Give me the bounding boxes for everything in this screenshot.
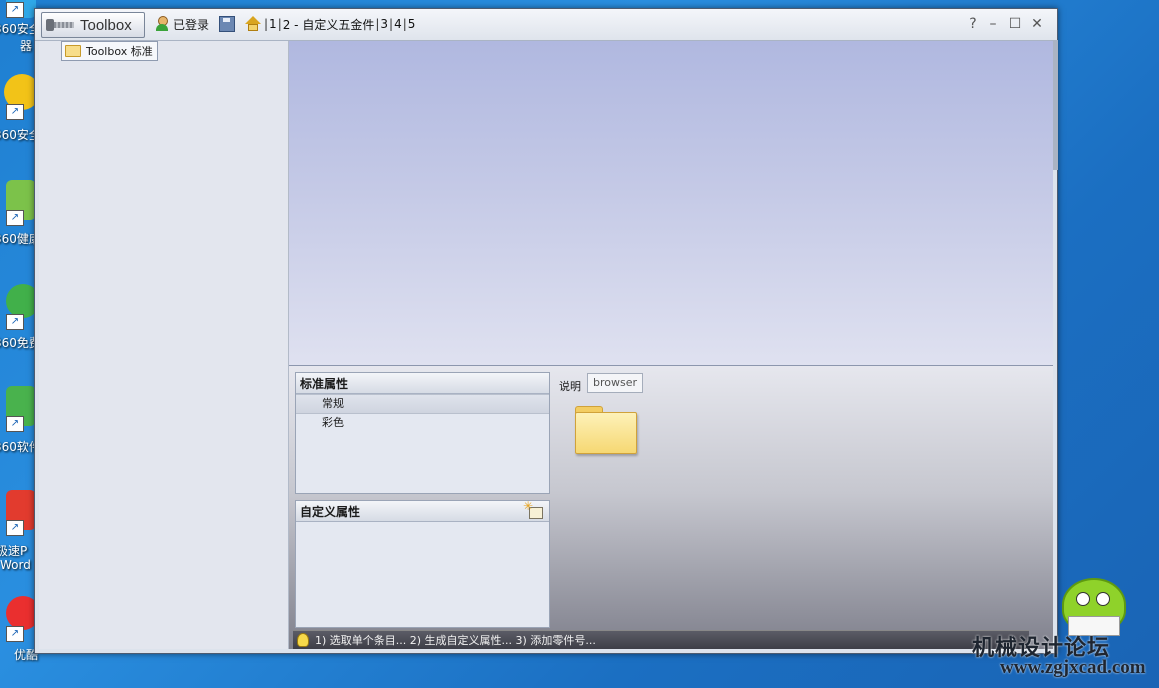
desktop-icon-label: 器	[20, 39, 33, 53]
user-icon	[155, 16, 169, 32]
shortcut-arrow-icon: ↗	[6, 104, 24, 120]
shortcut-arrow-icon: ↗	[6, 210, 24, 226]
shortcut-arrow-icon: ↗	[6, 520, 24, 536]
content-area: 标准属性 常规 彩色 自定义属性 说明 browser 1) 选取单个条目...…	[289, 41, 1053, 649]
bolt-icon	[46, 19, 74, 31]
breadcrumb-step-1[interactable]: 1	[269, 17, 277, 31]
login-label: 已登录	[173, 17, 210, 32]
desktop-icon-360-wifi[interactable]: ↗ 360免费	[0, 284, 41, 356]
toolbox-tree: Toolbox 标准	[39, 41, 289, 649]
custom-properties-panel: 自定义属性	[295, 499, 550, 628]
mascot-eye-shape	[1076, 592, 1090, 606]
property-row-general[interactable]: 常规	[296, 394, 549, 414]
shortcut-arrow-icon: ↗	[6, 626, 24, 642]
login-status[interactable]: 已登录	[155, 15, 209, 33]
close-button[interactable]: ✕	[1029, 16, 1045, 32]
desktop-icon-360-software[interactable]: ↗ 360软件	[0, 386, 41, 458]
panel-title: 自定义属性	[300, 504, 361, 519]
window-edge-scrollbar[interactable]	[1053, 40, 1058, 170]
desktop-icon-youku[interactable]: ↗ 优酷	[0, 596, 40, 666]
desktop-icon-360-health[interactable]: ↗ 360健康	[0, 180, 41, 252]
shortcut-arrow-icon: ↗	[6, 314, 24, 330]
folder-icon[interactable]	[575, 406, 637, 454]
minimize-button[interactable]: –	[985, 16, 1001, 32]
panel-header: 自定义属性	[296, 499, 549, 522]
tree-item-label: Toolbox 标准	[86, 45, 153, 58]
toolbox-button[interactable]: Toolbox	[41, 12, 145, 38]
breadcrumb-step-5[interactable]: 5	[408, 17, 416, 31]
desktop-icon-pdf-word[interactable]: ↗ 极速P Word	[0, 490, 36, 580]
desktop-icon-label: 极速P	[0, 544, 28, 558]
standard-properties-panel: 标准属性 常规 彩色	[295, 372, 550, 494]
breadcrumb: | 1 | 2 - 自定义五金件 | 3 | 4 | 5	[264, 16, 416, 33]
shortcut-arrow-icon: ↗	[6, 416, 24, 432]
desktop-icon-label: Word	[0, 558, 31, 572]
properties-area: 标准属性 常规 彩色 自定义属性 说明 browser 1) 选取单个条目...…	[289, 366, 1053, 649]
browser-button[interactable]: browser	[587, 373, 644, 393]
maximize-button[interactable]: ☐	[1007, 16, 1023, 32]
breadcrumb-step-3[interactable]: 3	[380, 17, 388, 31]
toolbox-window: Toolbox 已登录 | 1 | 2 - 自定义五金件 | 3 | 4 | 5 ? – …	[34, 8, 1058, 654]
description-label: 说明	[559, 380, 581, 393]
desktop-icon-360-security[interactable]: ↗ 360安全 器	[0, 0, 41, 56]
folder-icon	[65, 45, 81, 57]
property-row-color[interactable]: 彩色	[296, 414, 549, 432]
status-bar: 1) 选取单个条目... 2) 生成自定义属性... 3) 添加零件号...	[293, 630, 1029, 649]
folder-body-shape	[575, 412, 637, 454]
shortcut-arrow-icon: ↗	[6, 2, 24, 18]
title-bar: Toolbox 已登录 | 1 | 2 - 自定义五金件 | 3 | 4 | 5 ? – …	[35, 9, 1057, 41]
save-button[interactable]	[219, 15, 235, 33]
lightbulb-icon	[297, 633, 309, 647]
new-property-icon[interactable]	[523, 499, 543, 519]
help-button[interactable]: ?	[965, 16, 981, 32]
home-icon	[245, 16, 261, 32]
breadcrumb-step-2[interactable]: 2 - 自定义五金件	[283, 16, 375, 33]
watermark-url: www.zgjxcad.com	[1000, 657, 1146, 678]
app-title: Toolbox	[80, 16, 132, 34]
preview-pane	[289, 41, 1053, 366]
tree-item-toolbox-standard[interactable]: Toolbox 标准	[61, 41, 158, 61]
home-button[interactable]	[245, 15, 261, 33]
desktop-icon-360-safe[interactable]: ↗ 360安全	[0, 74, 41, 146]
mascot-logo	[1062, 570, 1126, 636]
mascot-eye-shape	[1096, 592, 1110, 606]
status-text: 1) 选取单个条目... 2) 生成自定义属性... 3) 添加零件号...	[315, 634, 596, 647]
save-icon	[219, 16, 235, 32]
breadcrumb-step-4[interactable]: 4	[394, 17, 402, 31]
panel-title: 标准属性	[296, 373, 549, 394]
